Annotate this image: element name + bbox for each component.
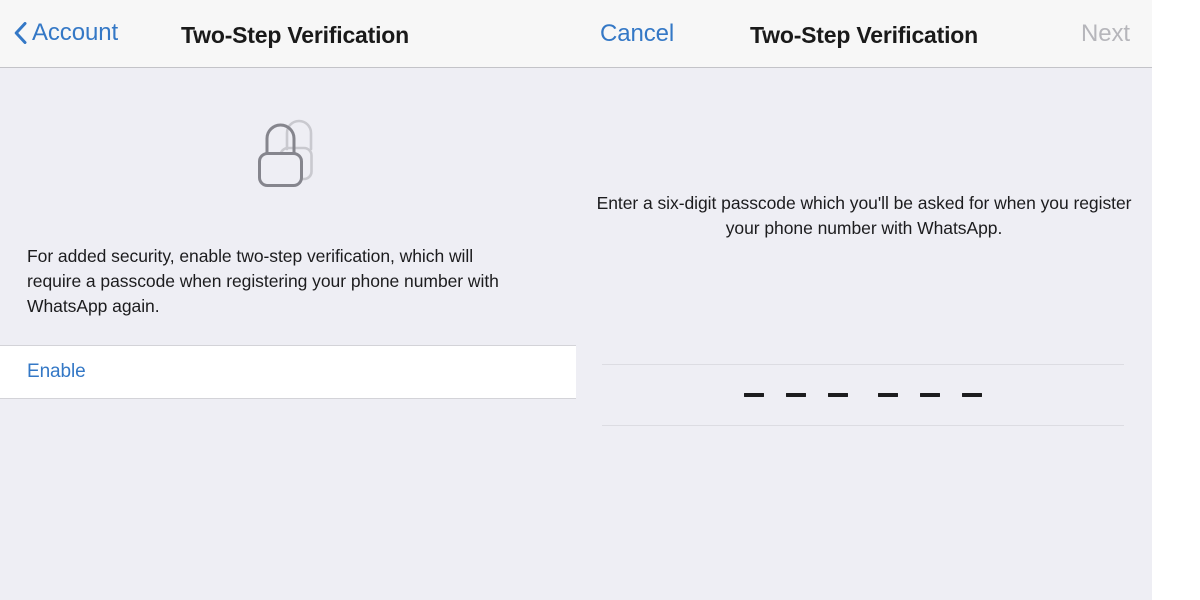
- passcode-dash: [744, 393, 764, 397]
- right-navigation-bar: Cancel Two-Step Verification Next: [576, 0, 1152, 68]
- passcode-dash-placeholders: [602, 365, 1124, 425]
- passcode-dash: [920, 393, 940, 397]
- passcode-dash: [962, 393, 982, 397]
- double-lock-icon: [0, 105, 576, 196]
- next-button[interactable]: Next: [1081, 20, 1130, 48]
- left-pane-title: Two-Step Verification: [181, 22, 409, 48]
- right-pane-title: Two-Step Verification: [750, 22, 978, 48]
- passcode-dash: [828, 393, 848, 397]
- passcode-group-1: [744, 393, 848, 397]
- left-navigation-bar: Account Two-Step Verification: [0, 0, 576, 68]
- enable-label: Enable: [27, 361, 86, 382]
- enable-row[interactable]: Enable: [0, 345, 576, 399]
- passcode-input[interactable]: [602, 364, 1124, 426]
- passcode-dash: [786, 393, 806, 397]
- right-pane: Enter a six-digit passcode which you'll …: [576, 69, 1152, 600]
- passcode-group-2: [878, 393, 982, 397]
- passcode-dash: [878, 393, 898, 397]
- passcode-instructions: Enter a six-digit passcode which you'll …: [596, 193, 1132, 238]
- left-pane: For added security, enable two-step veri…: [0, 69, 576, 600]
- two-step-description: For added security, enable two-step veri…: [27, 246, 499, 316]
- app-window: Account Two-Step Verification Cancel Two…: [0, 0, 1152, 600]
